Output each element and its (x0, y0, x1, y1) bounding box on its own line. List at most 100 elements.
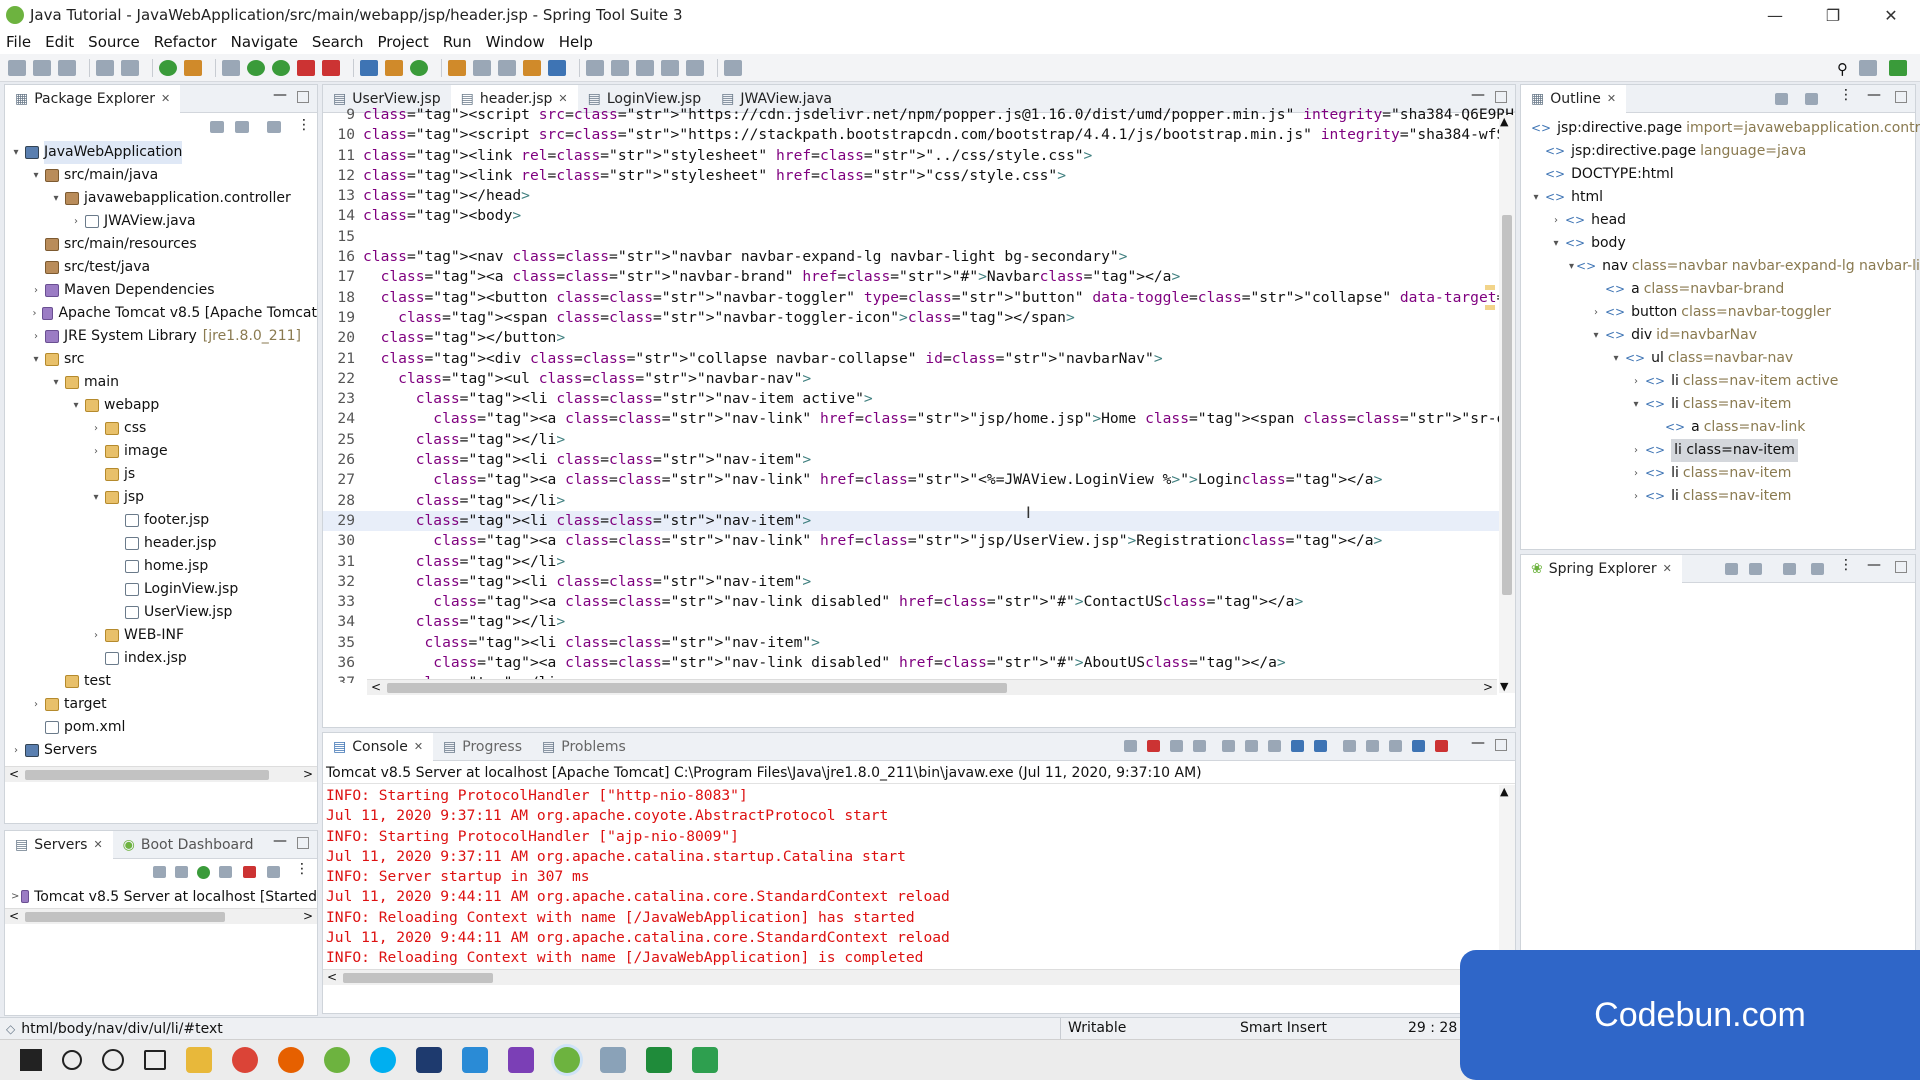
close-icon[interactable]: ✕ (558, 92, 567, 105)
scroll-right-icon[interactable]: > (303, 909, 313, 923)
collapse-all-icon[interactable] (210, 121, 224, 133)
expand-icon[interactable]: › (89, 417, 103, 440)
code-line[interactable]: 32 class="tag"><li class=class="str">"na… (323, 572, 1515, 592)
next-annotation-icon[interactable] (586, 59, 604, 76)
collapse-icon[interactable]: ▾ (89, 486, 103, 509)
filter-icon[interactable] (267, 121, 281, 133)
package-explorer-hscroll[interactable]: < > (5, 766, 317, 782)
task-view-icon[interactable] (144, 1050, 166, 1070)
close-icon[interactable]: ✕ (161, 92, 170, 105)
notepad-icon[interactable] (600, 1047, 626, 1073)
chrome-icon[interactable] (232, 1047, 258, 1073)
code-line[interactable]: 22 class="tag"><ul class=class="str">"na… (323, 369, 1515, 389)
outline-item[interactable]: ▾ <> body (1529, 232, 1915, 255)
maximize-icon[interactable] (1495, 739, 1507, 751)
remove-launch-icon[interactable] (1170, 740, 1183, 752)
code-line[interactable]: 21 class="tag"><div class=class="str">"c… (323, 349, 1515, 369)
scroll-lock-icon[interactable] (1245, 740, 1258, 752)
code-line[interactable]: 31 class="tag"></li> (323, 552, 1515, 572)
close-icon[interactable]: ✕ (1607, 92, 1616, 105)
tree-item[interactable]: ▾ jsp (9, 486, 317, 509)
expand-icon[interactable]: › (1629, 370, 1643, 393)
tab-console[interactable]: ▤ Console ✕ (323, 732, 434, 761)
menu-window[interactable]: Window (486, 33, 545, 51)
tree-item[interactable]: › target (9, 693, 317, 716)
outline-item[interactable]: › <> li class=nav-item active (1529, 370, 1915, 393)
tree-item[interactable]: › Apache Tomcat v8.5 [Apache Tomcat (9, 302, 318, 325)
tab-problems[interactable]: ▤ Problems (532, 733, 636, 761)
open-task-icon[interactable] (473, 59, 491, 76)
boot-console-icon[interactable] (1412, 740, 1425, 752)
menu-project[interactable]: Project (377, 33, 428, 51)
collapse-icon[interactable]: ▾ (1549, 232, 1563, 255)
code-line[interactable]: 34 class="tag"></li> (323, 612, 1515, 632)
code-line[interactable]: 16 class="tag"><nav class=class="str">"na… (323, 247, 1515, 267)
open-type-icon[interactable] (448, 59, 466, 76)
tree-item[interactable]: › Maven Dependencies (9, 279, 317, 302)
search-icon[interactable]: ⚲ (1837, 60, 1848, 78)
menu-refactor[interactable]: Refactor (154, 33, 217, 51)
expand-icon[interactable]: › (29, 693, 43, 716)
tree-item[interactable]: ▾ src (9, 348, 317, 371)
filter-icon[interactable] (1783, 563, 1796, 575)
start-server-icon[interactable] (197, 866, 210, 879)
debug-server-icon[interactable] (175, 866, 188, 878)
tree-item[interactable]: › css (9, 417, 317, 440)
scroll-down-icon[interactable]: ▼ (1500, 680, 1508, 693)
collapse-icon[interactable] (153, 866, 166, 878)
code-line[interactable]: 19 class="tag"><span class=class="str">"… (323, 308, 1515, 328)
warning-marker[interactable] (1485, 305, 1495, 310)
scroll-left-icon[interactable]: < (9, 767, 19, 781)
console-output[interactable]: INFO: Starting ProtocolHandler ["http-ni… (323, 783, 1515, 969)
publish-icon[interactable] (267, 866, 280, 878)
code-area[interactable]: 9 class="tag"><script src=class="str">"ht… (323, 105, 1515, 683)
terminate-icon[interactable] (1147, 740, 1160, 752)
scroll-thumb[interactable] (25, 770, 269, 780)
tree-item[interactable]: pom.xml (9, 716, 317, 739)
minimize-button[interactable]: — (1746, 0, 1804, 30)
collapse-icon[interactable]: ▾ (1569, 255, 1574, 278)
expand-icon[interactable]: › (29, 279, 43, 302)
code-line[interactable]: 11 class="tag"><link rel=class="str">"sty… (323, 146, 1515, 166)
new-class-icon[interactable] (410, 59, 428, 76)
outline-item[interactable]: ▾ <> html (1529, 186, 1915, 209)
collapse-icon[interactable]: ▾ (9, 141, 23, 164)
show-stderr-icon[interactable] (1314, 740, 1327, 752)
stop-icon[interactable] (297, 59, 315, 76)
code-line[interactable]: 28 class="tag"></li> (323, 491, 1515, 511)
collapse-icon[interactable]: ▾ (49, 187, 63, 210)
warning-marker[interactable] (1485, 285, 1495, 290)
new-icon[interactable] (8, 59, 26, 76)
minimize-icon[interactable]: — (1471, 87, 1485, 103)
link-editor-icon[interactable] (1749, 563, 1762, 575)
expand-icon[interactable]: › (29, 325, 43, 348)
expand-icon[interactable]: › (1629, 485, 1643, 508)
scroll-left-icon[interactable]: < (9, 909, 19, 923)
servers-hscroll[interactable]: < > (5, 908, 317, 924)
menu-source[interactable]: Source (88, 33, 140, 51)
sort-icon[interactable] (1805, 93, 1818, 105)
tree-item[interactable]: js (9, 463, 317, 486)
tree-item[interactable]: src/main/resources (9, 233, 317, 256)
tree-item[interactable]: src/test/java (9, 256, 317, 279)
view-menu-icon[interactable]: ⋮ (1839, 87, 1853, 103)
expand-icon[interactable]: › (1589, 301, 1603, 324)
server-item[interactable]: > Tomcat v8.5 Server at localhost [Start… (5, 885, 317, 908)
outline-item[interactable]: <> jsp:directive.page import=javawebapplic… (1529, 117, 1920, 140)
tree-item[interactable]: › image (9, 440, 317, 463)
link-editor-icon[interactable] (235, 121, 249, 133)
outline-item[interactable]: <> a class=navbar-brand (1529, 278, 1915, 301)
disconnect-icon[interactable] (1124, 740, 1137, 752)
expand-icon[interactable]: › (9, 739, 23, 762)
tree-item[interactable]: ▾ JavaWebApplication (9, 141, 317, 164)
terminal-icon[interactable] (96, 59, 114, 76)
menu-run[interactable]: Run (443, 33, 472, 51)
sql-server-icon[interactable] (416, 1047, 442, 1073)
outline-item[interactable]: <> a class=nav-link (1529, 416, 1915, 439)
search-icon[interactable] (62, 1050, 82, 1070)
minimize-icon[interactable]: — (273, 833, 287, 849)
tree-item[interactable]: test (9, 670, 317, 693)
collapse-all-icon[interactable] (1775, 93, 1788, 105)
maximize-icon[interactable] (297, 837, 309, 849)
expand-icon[interactable]: › (69, 210, 83, 233)
